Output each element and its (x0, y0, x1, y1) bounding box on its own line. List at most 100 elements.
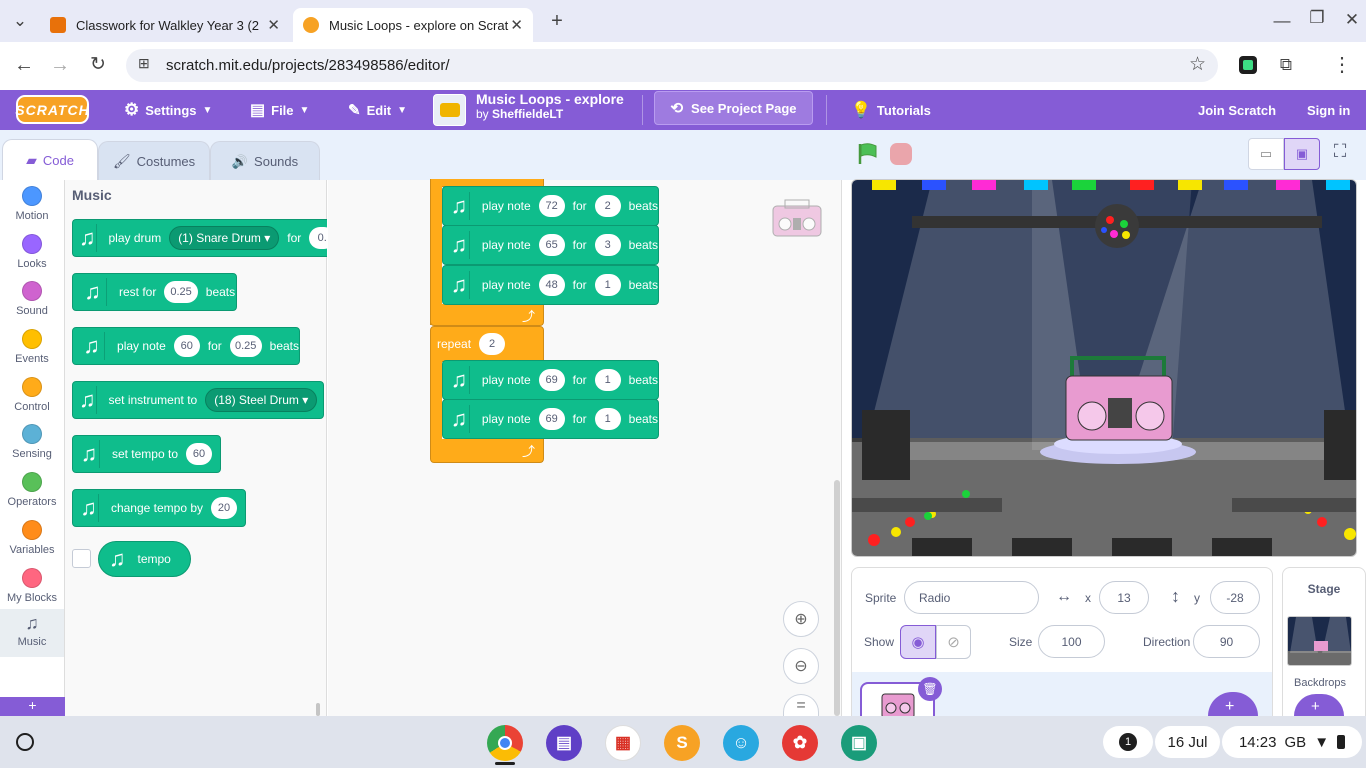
delete-sprite-button[interactable]: 🗑 (918, 677, 942, 701)
instrument-dropdown[interactable]: (18) Steel Drum ▾ (205, 388, 318, 412)
add-extension-button[interactable]: + (0, 697, 65, 716)
see-project-page-button[interactable]: ⟲ See Project Page (654, 91, 813, 125)
file-menu[interactable]: ▤ File ▼ (250, 90, 309, 130)
drum-dropdown[interactable]: (1) Snare Drum ▾ (169, 226, 280, 250)
set-instrument-block[interactable]: ♫ set instrument to (18) Steel Drum ▾ (72, 381, 324, 419)
category-motion[interactable]: Motion (0, 180, 64, 228)
sign-in-button[interactable]: Sign in (1307, 90, 1350, 130)
extension-icon[interactable] (1239, 56, 1257, 74)
tempo-change-input[interactable]: 20 (211, 497, 237, 519)
large-stage-button[interactable]: ▣ (1284, 138, 1320, 170)
browser-tab-scratch[interactable]: Music Loops - explore on Scrat ✕ (293, 8, 533, 42)
classroom-app-icon[interactable]: ▣ (841, 725, 877, 761)
project-title[interactable]: Music Loops - explore (476, 91, 624, 107)
new-tab-icon[interactable]: + (545, 9, 569, 33)
hide-sprite-button[interactable]: ⊘ (936, 625, 971, 659)
rest-for-block[interactable]: ♫ rest for 0.25 beats (72, 273, 237, 311)
tutorials-button[interactable]: 💡 Tutorials (851, 90, 931, 130)
zoom-in-button[interactable]: ⊕ (783, 601, 819, 637)
category-music[interactable]: ♫ Music (0, 609, 64, 657)
scratch-logo[interactable]: SCRATCH (15, 95, 89, 124)
scratch-app-icon[interactable]: S (664, 725, 700, 761)
back-icon[interactable]: ← (12, 53, 36, 77)
launcher-icon[interactable] (16, 733, 34, 751)
direction-input[interactable]: 90 (1193, 625, 1260, 658)
beats-input[interactable]: 0.25 (164, 281, 198, 303)
tempo-reporter-block[interactable]: ♫ tempo (98, 541, 191, 577)
category-looks[interactable]: Looks (0, 228, 64, 276)
system-tray[interactable]: 14:23 GB ▼ (1222, 726, 1362, 758)
reload-icon[interactable]: ↻ (86, 53, 110, 77)
tab-search-icon[interactable]: ⌄ (8, 9, 32, 33)
paint-app-icon[interactable]: ✿ (782, 725, 818, 761)
date-display[interactable]: 16 Jul (1155, 726, 1220, 758)
small-stage-button[interactable]: ▭ (1248, 138, 1284, 170)
browser-menu-icon[interactable]: ⋮ (1330, 53, 1354, 77)
author-link[interactable]: SheffieldeLT (492, 107, 563, 121)
stage-canvas[interactable] (851, 179, 1357, 557)
palette-scrollbar[interactable] (316, 703, 320, 716)
green-flag-icon[interactable] (857, 142, 879, 166)
tempo-input[interactable]: 60 (186, 443, 212, 465)
repeat-block[interactable]: repeat 2 (430, 326, 544, 362)
scratchjr-app-icon[interactable]: ☺ (723, 725, 759, 761)
close-tab-icon[interactable]: ✕ (267, 16, 280, 34)
y-position-input[interactable]: -28 (1210, 581, 1260, 614)
note-input[interactable]: 72 (538, 195, 565, 217)
video-editor-app-icon[interactable]: ▤ (546, 725, 582, 761)
play-note-block[interactable]: ♫ play note 65 for 3 beats (442, 225, 659, 265)
tab-sounds[interactable]: 🔊 Sounds (210, 141, 320, 181)
close-window-icon[interactable]: ✕ (1340, 8, 1364, 32)
tab-code[interactable]: ▰ Code (2, 139, 98, 181)
tempo-monitor-checkbox[interactable] (72, 549, 91, 568)
stage-backdrop-thumbnail[interactable] (1287, 616, 1352, 666)
play-drum-block[interactable]: ♫ play drum (1) Snare Drum ▾ for 0. (72, 219, 336, 257)
bookmark-star-icon[interactable]: ☆ (1189, 53, 1206, 76)
note-input[interactable]: 65 (538, 234, 565, 256)
forward-icon[interactable]: → (48, 53, 72, 77)
beats-input[interactable]: 1 (594, 408, 621, 430)
repeat-count-input[interactable]: 2 (479, 333, 506, 355)
browser-tab-classwork[interactable]: Classwork for Walkley Year 3 (2 ✕ (40, 8, 290, 42)
category-events[interactable]: Events (0, 323, 64, 371)
sprite-name-input[interactable]: Radio (904, 581, 1039, 614)
notification-area[interactable]: 1 (1103, 726, 1153, 758)
play-note-block[interactable]: ♫ play note 69 for 1 beats (442, 399, 659, 439)
tab-costumes[interactable]: 🖌 Costumes (98, 141, 210, 181)
note-input[interactable]: 60 (173, 335, 200, 357)
beats-input[interactable]: 2 (594, 195, 621, 217)
repeat-block-bottom[interactable]: ⤴ (430, 304, 544, 326)
minimize-icon[interactable]: — (1270, 9, 1294, 33)
note-input[interactable]: 69 (538, 408, 565, 430)
close-tab-icon[interactable]: ✕ (510, 16, 523, 34)
beats-input[interactable]: 1 (594, 274, 621, 296)
fullscreen-icon[interactable]: ⛶ (1328, 141, 1352, 167)
zoom-out-button[interactable]: ⊖ (783, 648, 819, 684)
set-tempo-block[interactable]: ♫ set tempo to 60 (72, 435, 221, 473)
docs-app-icon[interactable]: ▦ (605, 725, 641, 761)
chrome-app-icon[interactable] (487, 725, 523, 761)
settings-menu[interactable]: ⚙ Settings ▼ (124, 90, 212, 130)
edit-menu[interactable]: ✎ Edit ▼ (348, 90, 407, 130)
script-scrollbar[interactable] (834, 480, 840, 716)
stop-icon[interactable] (890, 143, 912, 165)
beats-input[interactable]: 0.25 (229, 335, 262, 357)
beats-input[interactable]: 3 (594, 234, 621, 256)
category-control[interactable]: Control (0, 371, 64, 419)
show-sprite-button[interactable]: ◉ (900, 625, 936, 659)
join-scratch-button[interactable]: Join Scratch (1198, 90, 1276, 130)
category-sensing[interactable]: Sensing (0, 418, 64, 466)
extensions-puzzle-icon[interactable]: ⧉ (1274, 53, 1298, 77)
category-variables[interactable]: Variables (0, 514, 64, 562)
repeat-block-bottom[interactable]: ⤴ (430, 439, 544, 463)
note-input[interactable]: 69 (538, 369, 565, 391)
size-input[interactable]: 100 (1038, 625, 1105, 658)
category-operators[interactable]: Operators (0, 466, 64, 514)
maximize-icon[interactable]: ❐ (1305, 6, 1329, 30)
play-note-block[interactable]: ♫ play note 72 for 2 beats (442, 186, 659, 226)
address-bar[interactable]: ⊞ scratch.mit.edu/projects/283498586/edi… (126, 49, 1218, 82)
note-input[interactable]: 48 (538, 274, 565, 296)
play-note-block[interactable]: ♫ play note 69 for 1 beats (442, 360, 659, 400)
category-sound[interactable]: Sound (0, 275, 64, 323)
category-my-blocks[interactable]: My Blocks (0, 562, 64, 610)
